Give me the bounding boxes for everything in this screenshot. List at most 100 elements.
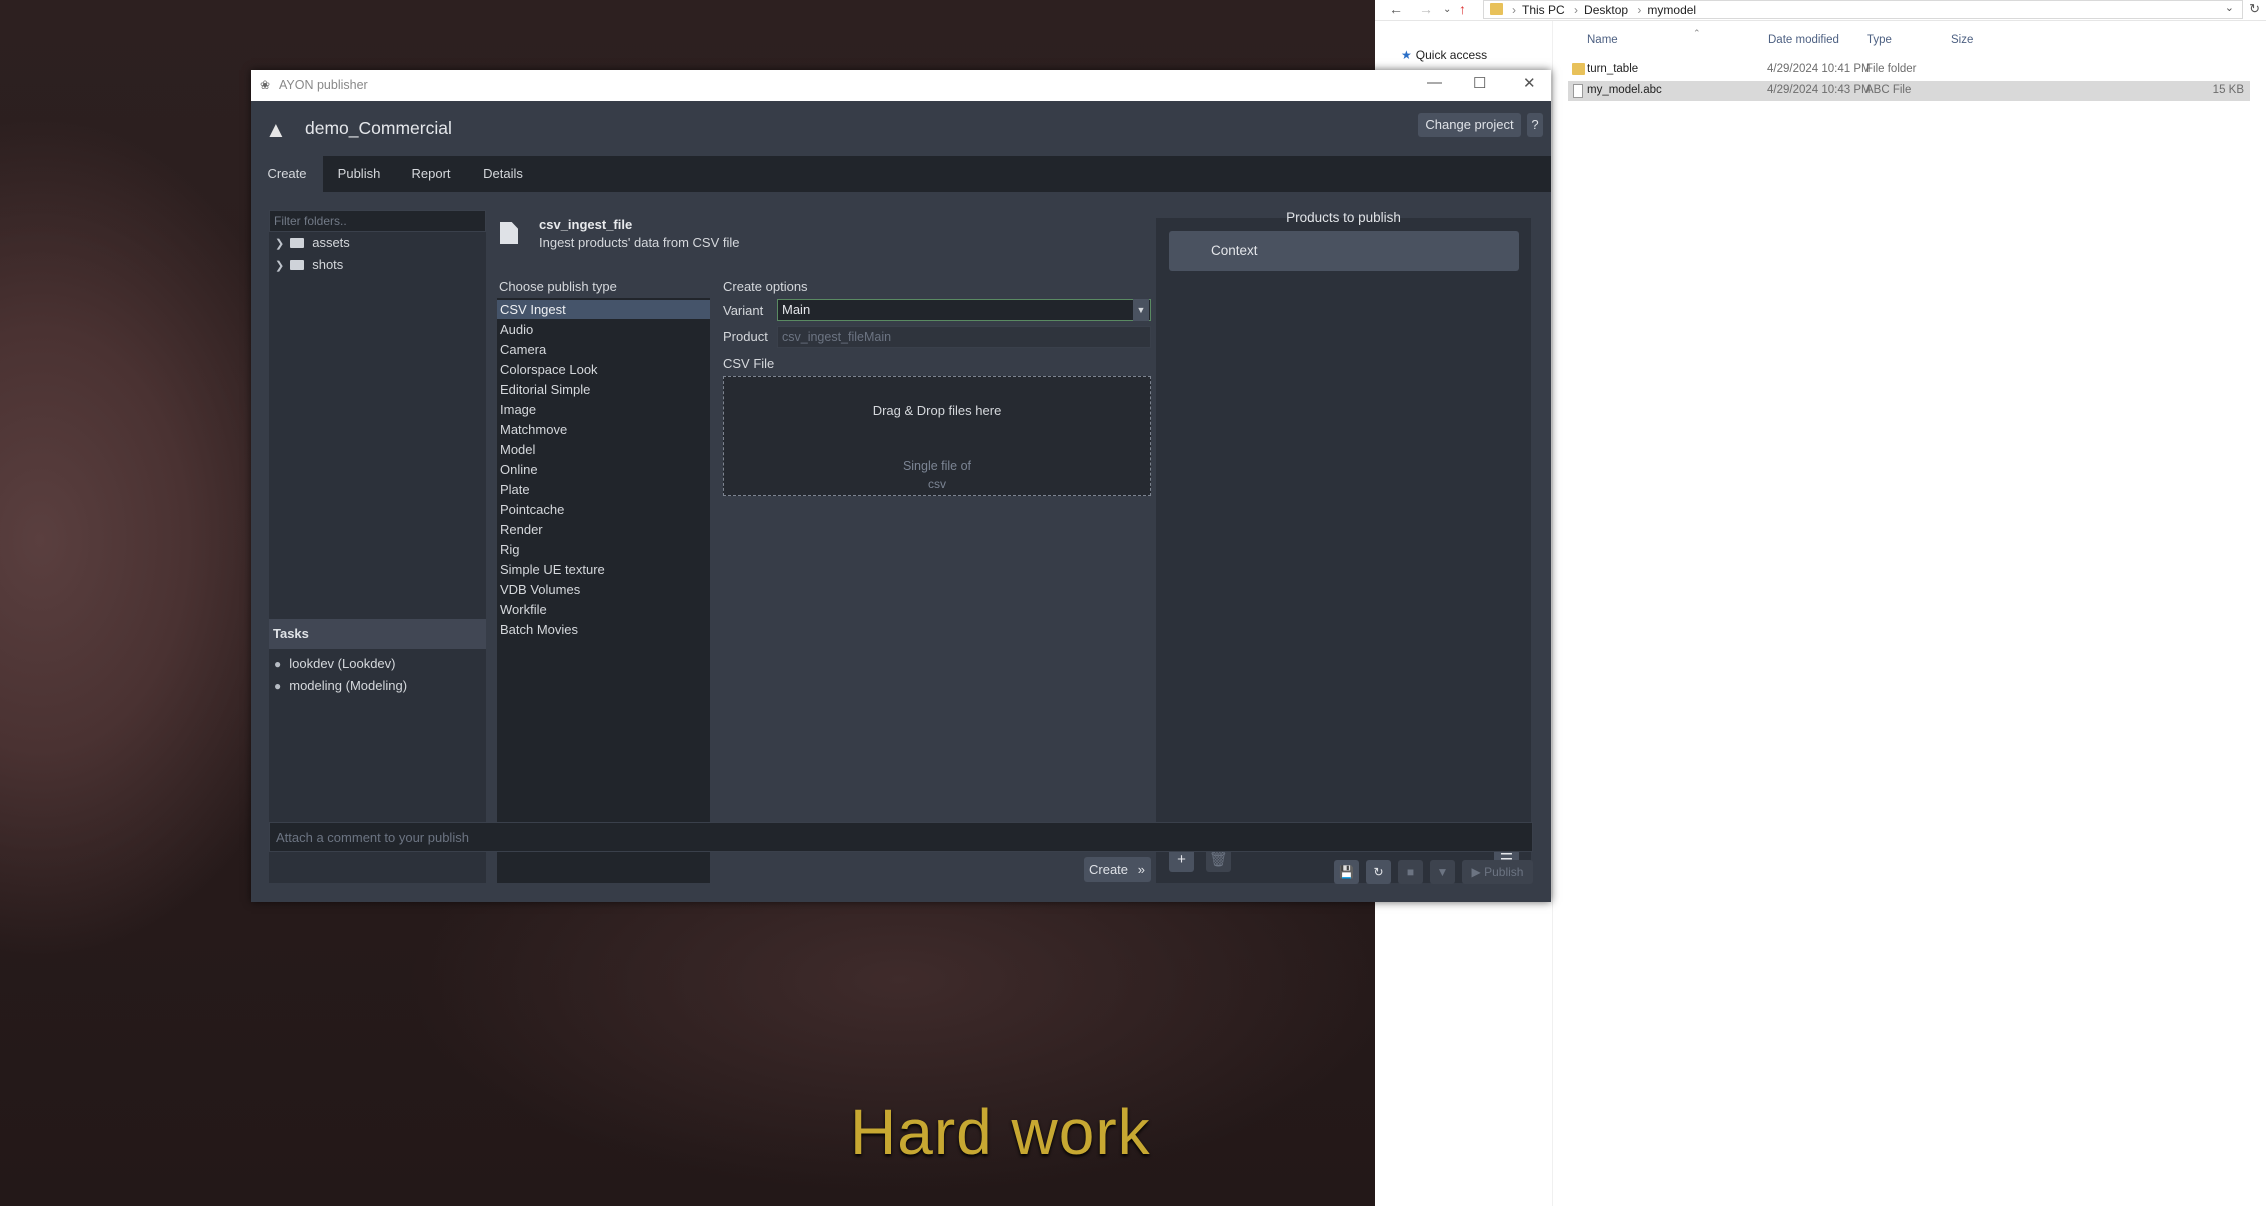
publish-type-item[interactable]: Pointcache — [497, 500, 710, 519]
minimize-icon[interactable]: — — [1427, 74, 1442, 91]
double-chevron-icon: » — [1137, 862, 1145, 877]
file-modified: 4/29/2024 10:43 PM — [1767, 84, 1871, 96]
help-button[interactable]: ? — [1527, 113, 1543, 137]
product-item-context[interactable]: Context — [1169, 231, 1519, 271]
back-arrow-icon[interactable]: ← — [1389, 1, 1403, 17]
drop-zone-text: Drag & Drop files here — [872, 403, 1002, 418]
breadcrumb-mymodel[interactable]: mymodel — [1647, 3, 1696, 17]
column-header-type[interactable]: Type — [1867, 34, 1892, 46]
folder-item-shots[interactable]: ❯ shots — [275, 257, 343, 272]
publish-type-item[interactable]: Rig — [497, 540, 710, 559]
file-size: 15 KB — [2212, 84, 2244, 96]
play-icon: ▶ — [1471, 865, 1481, 879]
publish-type-item[interactable]: VDB Volumes — [497, 580, 710, 599]
file-icon — [500, 222, 518, 244]
file-row[interactable]: turn_table 4/29/2024 10:41 PM File folde… — [1568, 60, 2250, 80]
refresh-icon[interactable]: ↻ — [2249, 1, 2260, 17]
tab-publish[interactable]: Publish — [323, 156, 395, 192]
tab-details[interactable]: Details — [467, 156, 539, 192]
folder-icon — [290, 260, 305, 270]
product-label: Product — [723, 329, 768, 344]
ayon-publisher-window: ❀ AYON publisher — ☐ ✕ ▲ demo_Commercial… — [251, 70, 1551, 902]
address-bar[interactable]: › This PC › Desktop › mymodel ⌄ — [1483, 0, 2243, 19]
sort-caret-icon: ⌃ — [1693, 28, 1701, 38]
products-panel — [1156, 218, 1531, 883]
task-item-lookdev[interactable]: ● lookdev (Lookdev) — [274, 656, 395, 671]
publish-type-item[interactable]: Workfile — [497, 600, 710, 619]
comment-input[interactable]: Attach a comment to your publish — [269, 822, 1533, 852]
publish-type-item[interactable]: Batch Movies — [497, 620, 710, 639]
project-name: demo_Commercial — [305, 118, 452, 138]
reset-icon[interactable]: ↻ — [1366, 860, 1391, 884]
change-project-button[interactable]: Change project — [1418, 113, 1521, 137]
person-icon: ● — [274, 679, 282, 693]
address-dropdown-icon[interactable]: ⌄ — [2225, 1, 2234, 14]
validate-icon[interactable]: ▼ — [1430, 860, 1455, 884]
create-button[interactable]: Create » — [1084, 857, 1151, 882]
stop-icon[interactable]: ■ — [1398, 860, 1423, 884]
column-header-size[interactable]: Size — [1951, 34, 1973, 46]
folder-item-assets[interactable]: ❯ assets — [275, 235, 350, 250]
variant-dropdown-icon[interactable]: ▼ — [1133, 299, 1149, 321]
publish-type-item[interactable]: Online — [497, 460, 710, 479]
file-type: ABC File — [1866, 84, 1912, 96]
create-options-header: Create options — [723, 279, 808, 294]
recent-dropdown-icon[interactable]: ⌄ — [1443, 4, 1451, 15]
filter-folders-input[interactable]: Filter folders.. — [269, 210, 486, 232]
project-header: ▲ demo_Commercial Change project ? — [251, 101, 1551, 156]
file-type: File folder — [1866, 63, 1917, 75]
forward-arrow-icon[interactable]: → — [1419, 1, 1433, 17]
column-header-name[interactable]: Name — [1587, 34, 1618, 46]
close-icon[interactable]: ✕ — [1523, 74, 1536, 92]
chevron-right-icon[interactable]: ❯ — [275, 238, 284, 250]
column-header-date-modified[interactable]: Date modified — [1768, 34, 1839, 46]
publish-type-item[interactable]: Image — [497, 400, 710, 419]
file-name: turn_table — [1587, 63, 1639, 75]
folder-icon — [1572, 63, 1585, 75]
variant-label: Variant — [723, 303, 764, 318]
drop-zone-hint: Single file of — [902, 459, 972, 473]
breadcrumb-desktop[interactable]: Desktop — [1584, 3, 1628, 17]
person-icon: ● — [274, 657, 282, 671]
explorer-toolbar: ← → ⌄ ↑ › This PC › Desktop › mymodel ⌄ ↻ — [1375, 0, 2266, 21]
csv-file-label: CSV File — [723, 356, 775, 371]
creator-name: csv_ingest_file — [539, 217, 633, 232]
breadcrumb-this-pc[interactable]: This PC — [1522, 3, 1565, 17]
products-header: Products to publish — [1286, 210, 1401, 225]
publish-type-item[interactable]: Render — [497, 520, 710, 539]
folders-panel — [269, 210, 486, 883]
tab-create[interactable]: Create — [251, 156, 323, 192]
publish-type-item[interactable]: Colorspace Look — [497, 360, 710, 379]
file-modified: 4/29/2024 10:41 PM — [1767, 63, 1871, 75]
publish-type-item[interactable]: CSV Ingest — [497, 300, 710, 319]
publish-type-list: CSV Ingest Audio Camera Colorspace Look … — [497, 298, 710, 883]
task-item-modeling[interactable]: ● modeling (Modeling) — [274, 678, 407, 693]
variant-input[interactable]: Main — [777, 299, 1151, 321]
publish-type-item[interactable]: Matchmove — [497, 420, 710, 439]
publish-type-item[interactable]: Editorial Simple — [497, 380, 710, 399]
publish-button[interactable]: ▶ Publish — [1462, 860, 1533, 884]
publish-type-item[interactable]: Model — [497, 440, 710, 459]
ayon-logo-icon: ▲ — [265, 117, 287, 142]
maximize-icon[interactable]: ☐ — [1473, 74, 1486, 92]
save-icon[interactable]: 💾 — [1334, 860, 1359, 884]
tab-report[interactable]: Report — [395, 156, 467, 192]
tasks-header: Tasks — [269, 619, 486, 649]
file-icon — [1573, 84, 1583, 98]
window-title: AYON publisher — [279, 78, 368, 92]
file-row[interactable]: my_model.abc 4/29/2024 10:43 PM ABC File… — [1568, 81, 2250, 101]
star-icon: ★ — [1401, 48, 1412, 62]
publish-type-item[interactable]: Camera — [497, 340, 710, 359]
csv-drop-zone[interactable]: Drag & Drop files here Single file of cs… — [723, 376, 1151, 496]
publish-type-item[interactable]: Plate — [497, 480, 710, 499]
publish-type-header: Choose publish type — [499, 279, 617, 294]
nav-item-quick-access[interactable]: ★ Quick access — [1401, 48, 1487, 62]
up-arrow-icon[interactable]: ↑ — [1459, 1, 1466, 17]
wallpaper-caption: Hard work — [850, 1096, 1151, 1168]
drop-zone-extension: csv — [928, 477, 946, 491]
window-titlebar: ❀ AYON publisher — ☐ ✕ — [251, 70, 1551, 101]
publish-type-item[interactable]: Simple UE texture — [497, 560, 710, 579]
main-tabs: Create Publish Report Details — [251, 156, 1551, 192]
publish-type-item[interactable]: Audio — [497, 320, 710, 339]
chevron-right-icon[interactable]: ❯ — [275, 260, 284, 272]
